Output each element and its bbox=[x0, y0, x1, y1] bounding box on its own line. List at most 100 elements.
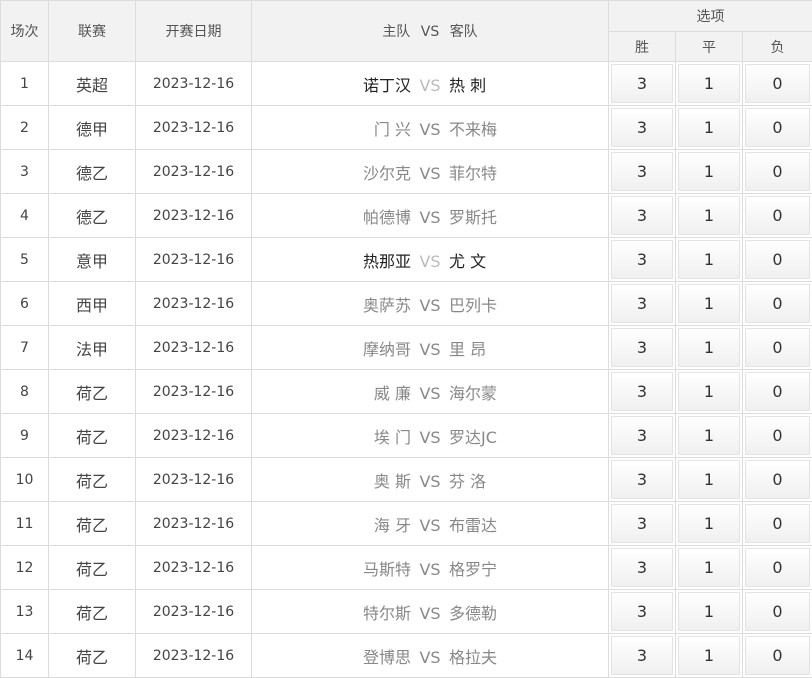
option-lose-button[interactable]: 0 bbox=[745, 372, 810, 411]
option-draw-button[interactable]: 1 bbox=[678, 504, 740, 543]
option-win-button[interactable]: 3 bbox=[611, 240, 673, 279]
option-lose-button[interactable]: 0 bbox=[745, 240, 810, 279]
option-win-button[interactable]: 3 bbox=[611, 504, 673, 543]
option-draw-button[interactable]: 1 bbox=[678, 460, 740, 499]
option-win-cell: 3 bbox=[609, 106, 676, 150]
option-draw-cell: 1 bbox=[676, 326, 743, 370]
option-lose-button[interactable]: 0 bbox=[745, 592, 810, 631]
option-win-button[interactable]: 3 bbox=[611, 64, 673, 103]
option-win-cell: 3 bbox=[609, 238, 676, 282]
option-win-button[interactable]: 3 bbox=[611, 460, 673, 499]
option-lose-button[interactable]: 0 bbox=[745, 504, 810, 543]
table-row: 5意甲2023-12-16热那亚VS尤 文310 bbox=[1, 238, 812, 282]
match-date: 2023-12-16 bbox=[136, 458, 252, 502]
option-win-cell: 3 bbox=[609, 326, 676, 370]
option-win-button[interactable]: 3 bbox=[611, 284, 673, 323]
match-teams: 登博思VS格拉夫 bbox=[252, 634, 609, 678]
option-draw-button[interactable]: 1 bbox=[678, 592, 740, 631]
home-team: 奥 斯 bbox=[281, 468, 411, 492]
table-row: 3德乙2023-12-16沙尔克VS菲尔特310 bbox=[1, 150, 812, 194]
option-draw-button[interactable]: 1 bbox=[678, 152, 740, 191]
match-index: 5 bbox=[1, 238, 49, 282]
vs-label: VS bbox=[411, 384, 449, 403]
option-draw-button[interactable]: 1 bbox=[678, 108, 740, 147]
table-row: 4德乙2023-12-16帕德博VS罗斯托310 bbox=[1, 194, 812, 238]
table-row: 12荷乙2023-12-16马斯特VS格罗宁310 bbox=[1, 546, 812, 590]
match-teams: 特尔斯VS多德勒 bbox=[252, 590, 609, 634]
option-win-cell: 3 bbox=[609, 502, 676, 546]
match-teams: 门 兴VS不来梅 bbox=[252, 106, 609, 150]
option-win-button[interactable]: 3 bbox=[611, 152, 673, 191]
option-win-button[interactable]: 3 bbox=[611, 636, 673, 675]
vs-label: VS bbox=[411, 76, 449, 95]
header-league: 联赛 bbox=[49, 1, 136, 62]
match-date: 2023-12-16 bbox=[136, 414, 252, 458]
table-row: 9荷乙2023-12-16埃 门VS罗达JC310 bbox=[1, 414, 812, 458]
option-lose-button[interactable]: 0 bbox=[745, 416, 810, 455]
option-lose-cell: 0 bbox=[743, 546, 812, 590]
match-teams: 埃 门VS罗达JC bbox=[252, 414, 609, 458]
option-draw-button[interactable]: 1 bbox=[678, 416, 740, 455]
option-win-cell: 3 bbox=[609, 62, 676, 106]
option-lose-button[interactable]: 0 bbox=[745, 548, 810, 587]
match-teams: 帕德博VS罗斯托 bbox=[252, 194, 609, 238]
option-lose-button[interactable]: 0 bbox=[745, 636, 810, 675]
option-win-button[interactable]: 3 bbox=[611, 416, 673, 455]
header-opt-lose: 负 bbox=[743, 32, 812, 62]
option-lose-button[interactable]: 0 bbox=[745, 284, 810, 323]
match-index: 2 bbox=[1, 106, 49, 150]
option-win-cell: 3 bbox=[609, 590, 676, 634]
option-win-button[interactable]: 3 bbox=[611, 108, 673, 147]
home-team: 埃 门 bbox=[281, 424, 411, 448]
option-win-button[interactable]: 3 bbox=[611, 548, 673, 587]
option-win-cell: 3 bbox=[609, 282, 676, 326]
option-lose-button[interactable]: 0 bbox=[745, 460, 810, 499]
home-team: 沙尔克 bbox=[281, 160, 411, 184]
vs-label: VS bbox=[411, 604, 449, 623]
option-win-button[interactable]: 3 bbox=[611, 328, 673, 367]
match-index: 3 bbox=[1, 150, 49, 194]
option-draw-button[interactable]: 1 bbox=[678, 64, 740, 103]
option-draw-button[interactable]: 1 bbox=[678, 328, 740, 367]
league-name: 荷乙 bbox=[49, 634, 136, 678]
match-index: 4 bbox=[1, 194, 49, 238]
option-draw-button[interactable]: 1 bbox=[678, 548, 740, 587]
header-opt-win: 胜 bbox=[609, 32, 676, 62]
option-lose-button[interactable]: 0 bbox=[745, 64, 810, 103]
option-draw-button[interactable]: 1 bbox=[678, 372, 740, 411]
option-draw-button[interactable]: 1 bbox=[678, 284, 740, 323]
league-name: 德乙 bbox=[49, 150, 136, 194]
option-lose-cell: 0 bbox=[743, 502, 812, 546]
league-name: 荷乙 bbox=[49, 458, 136, 502]
league-name: 法甲 bbox=[49, 326, 136, 370]
option-lose-cell: 0 bbox=[743, 238, 812, 282]
option-lose-button[interactable]: 0 bbox=[745, 196, 810, 235]
option-win-button[interactable]: 3 bbox=[611, 592, 673, 631]
match-index: 14 bbox=[1, 634, 49, 678]
option-lose-cell: 0 bbox=[743, 458, 812, 502]
table-row: 14荷乙2023-12-16登博思VS格拉夫310 bbox=[1, 634, 812, 678]
match-date: 2023-12-16 bbox=[136, 634, 252, 678]
option-lose-cell: 0 bbox=[743, 282, 812, 326]
header-vs: VS bbox=[421, 24, 439, 40]
option-lose-button[interactable]: 0 bbox=[745, 328, 810, 367]
match-date: 2023-12-16 bbox=[136, 238, 252, 282]
option-draw-button[interactable]: 1 bbox=[678, 240, 740, 279]
away-team: 罗斯托 bbox=[449, 204, 579, 228]
option-draw-button[interactable]: 1 bbox=[678, 636, 740, 675]
vs-label: VS bbox=[411, 472, 449, 491]
home-team: 马斯特 bbox=[281, 556, 411, 580]
vs-label: VS bbox=[411, 340, 449, 359]
match-index: 13 bbox=[1, 590, 49, 634]
match-index: 11 bbox=[1, 502, 49, 546]
option-draw-button[interactable]: 1 bbox=[678, 196, 740, 235]
header-date: 开赛日期 bbox=[136, 1, 252, 62]
option-win-button[interactable]: 3 bbox=[611, 372, 673, 411]
option-lose-button[interactable]: 0 bbox=[745, 108, 810, 147]
match-teams: 摩纳哥VS里 昂 bbox=[252, 326, 609, 370]
match-date: 2023-12-16 bbox=[136, 62, 252, 106]
option-draw-cell: 1 bbox=[676, 106, 743, 150]
vs-label: VS bbox=[411, 252, 449, 271]
option-win-button[interactable]: 3 bbox=[611, 196, 673, 235]
option-lose-button[interactable]: 0 bbox=[745, 152, 810, 191]
